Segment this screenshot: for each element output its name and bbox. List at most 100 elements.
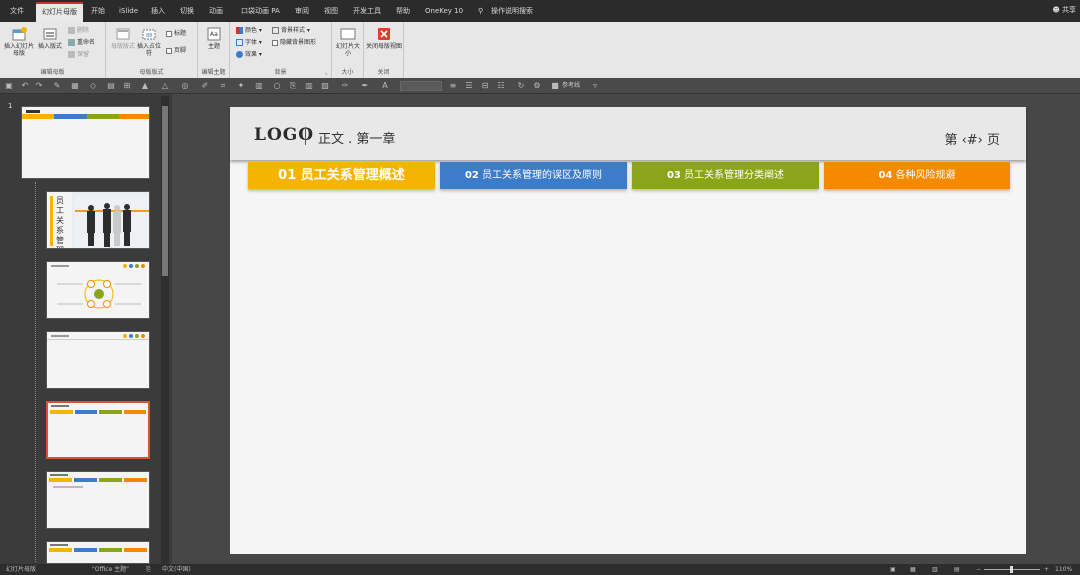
preserve-button[interactable]: 保留 — [68, 50, 89, 59]
language-label[interactable]: 中文(中国) — [162, 564, 191, 575]
section-tab-4[interactable]: 04 各种风险规避 — [824, 162, 1010, 189]
business-people-photo — [75, 196, 149, 248]
slide-size-button[interactable]: 幻灯片大小 — [334, 27, 362, 57]
tab-file[interactable]: 文件 — [10, 3, 24, 20]
layout-thumbnail-7[interactable] — [46, 541, 150, 564]
insert-layout-button[interactable]: 插入版式 — [35, 27, 65, 50]
layout-thumbnail-blank[interactable] — [46, 331, 150, 389]
search-icon[interactable]: ⚲ — [478, 3, 483, 20]
link-icon[interactable]: ⎘ — [288, 81, 298, 91]
tab-developer[interactable]: 开发工具 — [353, 3, 381, 20]
colors-button[interactable]: 颜色 ▾ — [236, 26, 262, 35]
clipboard-icon[interactable]: ▥ — [254, 81, 264, 91]
redo-icon[interactable]: ↷ — [34, 81, 44, 91]
master-thumbnail[interactable] — [21, 106, 150, 179]
thumb-vertical-title: 员工关系管理 — [56, 196, 64, 248]
layout-thumbnail-selected[interactable] — [46, 401, 150, 459]
distribute-icon[interactable]: ⊟ — [480, 81, 490, 91]
undo-icon[interactable]: ↶ — [20, 81, 30, 91]
font-size-box[interactable] — [400, 81, 442, 91]
shape-effects-icon[interactable]: ◎ — [180, 81, 190, 91]
reading-view-icon[interactable]: ▥ — [932, 564, 938, 575]
tab-home[interactable]: 开始 — [91, 3, 105, 20]
group-label-master-layout: 母版版式 — [139, 69, 164, 76]
footer-checkbox[interactable]: 页脚 — [166, 46, 186, 55]
effects-button[interactable]: 效果 ▾ — [236, 50, 262, 59]
tab-animations[interactable]: 动画 — [209, 3, 223, 20]
picture-icon[interactable]: ▦ — [70, 81, 80, 91]
line-color-icon[interactable]: △ — [160, 81, 170, 91]
page-number-placeholder[interactable]: 第 ‹#› 页 — [944, 129, 1000, 148]
layout-icon[interactable]: ▤ — [106, 81, 116, 91]
save-icon[interactable]: ▣ — [4, 81, 14, 91]
zoom-level[interactable]: 110% — [1055, 564, 1072, 575]
master-layout-button[interactable]: 母版版式 — [110, 27, 136, 50]
tab-onekey[interactable]: OneKey 10 — [425, 3, 463, 20]
shape-icon[interactable]: ◇ — [88, 81, 98, 91]
themes-button[interactable]: Aa 主题 — [200, 27, 228, 50]
close-master-view-button[interactable]: 关闭母版视图 — [366, 27, 402, 50]
scrollbar-thumb[interactable] — [162, 106, 168, 276]
delete-icon — [68, 27, 75, 34]
align-icon[interactable]: ⊞ — [122, 81, 132, 91]
tell-me-search[interactable]: 操作说明搜索 — [491, 3, 533, 20]
layout-thumbnail-6[interactable] — [46, 471, 150, 529]
share-button[interactable]: ☻ 共享 — [1052, 5, 1076, 15]
settings-icon[interactable]: ⚙ — [532, 81, 542, 91]
ribbon: 插入幻灯片母版 插入版式 删除 重命名 保留 编辑母版 母版版式 88 插入占位… — [0, 22, 1080, 78]
normal-view-icon[interactable]: ▣ — [890, 564, 896, 575]
zoom-in-icon[interactable]: + — [1044, 564, 1049, 575]
title-checkbox[interactable]: 标题 — [166, 29, 186, 38]
chart-icon[interactable]: ▥ — [304, 81, 314, 91]
zoom-out-icon[interactable]: − — [976, 564, 981, 575]
slide-sorter-icon[interactable]: ▦ — [910, 564, 916, 575]
format-painter-icon[interactable]: ✎ — [52, 81, 62, 91]
spellcheck-icon[interactable]: ⎘ — [146, 564, 151, 575]
crop-icon[interactable]: ⌗ — [218, 81, 228, 91]
text-highlight-icon[interactable]: ✑ — [340, 81, 350, 91]
layout-thumbnail-diagram[interactable] — [46, 261, 150, 319]
tab-transitions[interactable]: 切换 — [180, 3, 194, 20]
insert-slide-master-button[interactable]: 插入幻灯片母版 — [4, 27, 34, 57]
group-master-layout: 母版版式 88 插入占位符 标题 页脚 母版版式 — [106, 22, 198, 78]
fonts-button[interactable]: 字体 ▾ — [236, 38, 262, 47]
section-tab-3[interactable]: 03 员工关系管理分类阐述 — [632, 162, 819, 189]
pen-icon[interactable]: ✒ — [360, 81, 370, 91]
rename-button[interactable]: 重命名 — [68, 38, 95, 47]
header-chapter-title[interactable]: 正文 . 第一章 — [318, 128, 395, 147]
guides-checkbox[interactable]: ■ — [550, 81, 560, 91]
slide-canvas[interactable]: LOGO 正文 . 第一章 第 ‹#› 页 01 员工关系管理概述 02 员工关… — [230, 107, 1026, 554]
zoom-slider-handle[interactable] — [1010, 566, 1013, 573]
svg-text:Aa: Aa — [210, 31, 218, 38]
tab-slide-master[interactable]: 幻灯片母版 — [36, 2, 83, 22]
list-icon[interactable]: ☷ — [496, 81, 506, 91]
section-tab-2[interactable]: 02 员工关系管理的误区及原则 — [440, 162, 627, 189]
layout-thumbnail-photo[interactable]: 员工关系管理 — [46, 191, 150, 249]
fill-color-icon[interactable]: ▲ — [140, 81, 150, 91]
slideshow-icon[interactable]: ▤ — [954, 564, 960, 575]
circle-icon[interactable]: ○ — [272, 81, 282, 91]
tab-help[interactable]: 帮助 — [396, 3, 410, 20]
eyedropper-icon[interactable]: ✐ — [200, 81, 210, 91]
thumbnail-scrollbar[interactable] — [161, 96, 169, 564]
thumb-dots — [123, 264, 145, 268]
tab-review[interactable]: 审阅 — [295, 3, 309, 20]
tab-insert[interactable]: 插入 — [151, 3, 165, 20]
group-label-edit-master: 编辑母版 — [40, 69, 65, 76]
font-color-icon[interactable]: A — [380, 81, 390, 91]
insert-placeholder-button[interactable]: 88 插入占位符 — [136, 27, 162, 57]
tab-islide[interactable]: iSlide — [119, 3, 138, 20]
hide-background-graphics-checkbox[interactable]: 隐藏背景图形 — [272, 38, 316, 47]
rotate-icon[interactable]: ↻ — [516, 81, 526, 91]
brush-icon[interactable]: ✦ — [236, 81, 246, 91]
tab-view[interactable]: 视图 — [324, 3, 338, 20]
align-left-icon[interactable]: ☰ — [464, 81, 474, 91]
section-tab-1[interactable]: 01 员工关系管理概述 — [248, 162, 435, 189]
customize-toolbar-icon[interactable]: ▿ — [590, 81, 600, 91]
background-styles-button[interactable]: 背景样式 ▾ — [272, 26, 310, 35]
bold-icon[interactable]: ≡ — [448, 81, 458, 91]
image-insert-icon[interactable]: ▧ — [320, 81, 330, 91]
tab-pocket-animation[interactable]: 口袋动画 PA — [241, 3, 280, 20]
dialog-launcher-icon[interactable]: ⌞ — [325, 69, 328, 76]
delete-button[interactable]: 删除 — [68, 26, 89, 35]
